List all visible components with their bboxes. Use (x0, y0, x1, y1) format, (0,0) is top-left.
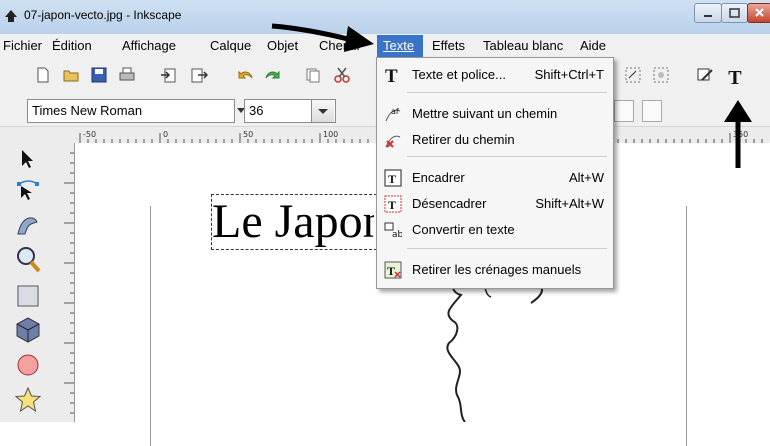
minimize-icon (704, 15, 712, 17)
open-folder-icon[interactable] (62, 66, 80, 84)
svg-text:T: T (388, 198, 396, 212)
menu-item-label: Texte et police... (412, 67, 506, 82)
ellipse-tool-icon[interactable] (15, 352, 41, 378)
svg-text:T: T (385, 66, 398, 84)
copy-icon[interactable] (304, 66, 322, 84)
menu-separator (407, 248, 607, 249)
3d-box-tool-icon[interactable] (15, 316, 41, 344)
menu-item-retirer-du-chemin[interactable]: Retirer du chemin (378, 128, 612, 152)
ungroup-icon[interactable] (652, 66, 670, 84)
texte-dropdown-menu: T Texte et police... Shift+Ctrl+T af Met… (376, 57, 614, 289)
font-size-value: 36 (249, 103, 264, 118)
menu-affichage[interactable]: Affichage (122, 38, 176, 53)
menu-item-label: Retirer du chemin (412, 132, 515, 147)
group-icon[interactable] (624, 66, 642, 84)
text-tool-icon: T (385, 66, 398, 84)
flow-into-frame-icon: T (384, 169, 402, 187)
save-icon[interactable] (90, 66, 108, 84)
svg-text:T: T (388, 172, 396, 186)
convert-to-text-icon: abc (384, 222, 402, 239)
minimize-button[interactable] (694, 3, 722, 23)
canvas-text-object[interactable]: Le Japon (212, 194, 374, 250)
text-tool-toolbar-icon[interactable]: T (726, 66, 746, 86)
close-icon (755, 8, 764, 17)
menu-item-texte-et-police[interactable]: T Texte et police... Shift+Ctrl+T (378, 63, 612, 87)
align-button[interactable] (614, 100, 634, 122)
maximize-icon (729, 8, 740, 18)
export-icon[interactable] (190, 66, 208, 84)
menu-item-desencadrer[interactable]: T Désencadrer Shift+Alt+W (378, 192, 612, 216)
menu-texte-label: Texte (383, 38, 415, 53)
menu-separator (407, 92, 607, 93)
menu-texte[interactable]: Texte (377, 35, 423, 57)
menu-item-mettre-suivant-chemin[interactable]: af Mettre suivant un chemin (378, 102, 612, 126)
menu-separator (407, 156, 607, 157)
menu-item-label: Retirer les crénages manuels (412, 262, 582, 277)
menu-item-label: Mettre suivant un chemin (412, 106, 558, 121)
zoom-tool-icon[interactable] (15, 245, 41, 273)
svg-text:T: T (728, 67, 742, 86)
rectangle-tool-icon[interactable] (15, 283, 41, 309)
font-size-select[interactable]: 36 (244, 99, 336, 123)
undo-icon[interactable] (236, 66, 254, 84)
menu-edition[interactable]: Édition (52, 38, 92, 53)
cut-icon[interactable] (333, 66, 351, 84)
menu-item-label: Désencadrer (412, 196, 487, 211)
node-tool-icon[interactable] (15, 178, 41, 204)
annotation-arrow-up (724, 100, 752, 168)
menu-item-convertir-en-texte[interactable]: abc Convertir en texte (378, 218, 612, 242)
ruler-label: 50 (243, 130, 254, 139)
close-button[interactable] (747, 3, 770, 23)
orientation-button[interactable] (642, 100, 662, 122)
text-on-path-icon: af (385, 107, 401, 122)
ruler-label: 100 (323, 130, 339, 139)
menu-calque[interactable]: Calque (210, 38, 251, 53)
vertical-ruler (58, 143, 75, 422)
menu-item-label: Convertir en texte (412, 222, 515, 237)
font-family-select[interactable]: Times New Roman (27, 99, 245, 123)
font-size-dropdown-button[interactable] (311, 100, 334, 122)
menu-item-shortcut: Shift+Alt+W (535, 196, 604, 211)
remove-from-path-icon (385, 135, 401, 148)
import-icon[interactable] (160, 66, 178, 84)
menu-item-retirer-crenages[interactable]: T Retirer les crénages manuels (378, 258, 612, 282)
remove-kerns-icon: T (384, 261, 402, 279)
print-icon[interactable] (118, 66, 136, 84)
menu-item-encadrer[interactable]: T Encadrer Alt+W (378, 166, 612, 190)
chevron-down-icon (318, 109, 328, 114)
menu-aide[interactable]: Aide (580, 38, 606, 53)
star-tool-icon[interactable] (14, 386, 42, 414)
tweak-tool-icon[interactable] (15, 212, 41, 238)
ruler-label: -50 (83, 130, 97, 139)
ruler-label: 0 (163, 130, 169, 139)
menu-item-shortcut: Shift+Ctrl+T (534, 67, 604, 82)
inkscape-app-icon (5, 10, 17, 22)
menu-effets[interactable]: Effets (432, 38, 465, 53)
redo-icon[interactable] (264, 66, 282, 84)
menu-fichier[interactable]: Fichier (3, 38, 42, 53)
selector-tool-icon[interactable] (18, 148, 38, 170)
ruler-ticks (64, 152, 74, 414)
window-title: 07-japon-vecto.jpg - Inkscape (24, 8, 182, 22)
fill-stroke-icon[interactable] (696, 66, 714, 84)
menu-tableau-blanc[interactable]: Tableau blanc (483, 38, 563, 53)
title-bar: 07-japon-vecto.jpg - Inkscape (0, 0, 770, 34)
menu-item-label: Encadrer (412, 170, 465, 185)
svg-text:af: af (391, 107, 399, 116)
svg-text:T: T (387, 264, 395, 278)
new-document-icon[interactable] (34, 66, 52, 84)
svg-text:abc: abc (392, 230, 402, 239)
font-family-value: Times New Roman (32, 103, 143, 118)
maximize-button[interactable] (721, 3, 748, 23)
annotation-arrow-right (271, 23, 374, 52)
unflow-icon: T (384, 195, 402, 213)
menu-item-shortcut: Alt+W (568, 170, 604, 185)
